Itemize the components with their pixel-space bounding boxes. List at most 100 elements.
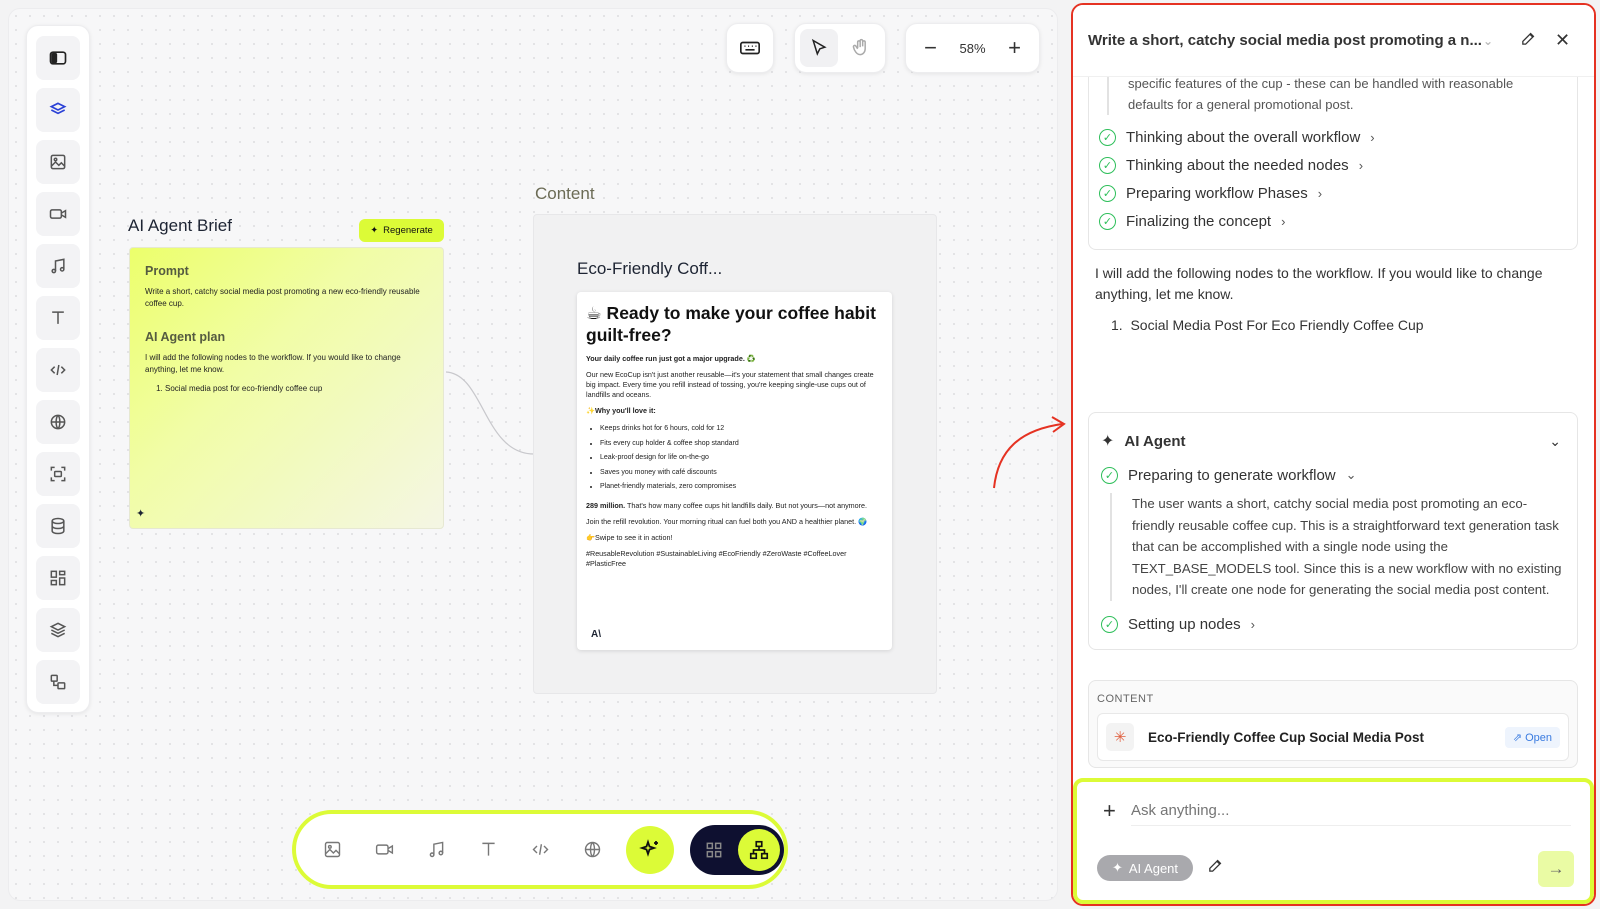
content-item[interactable]: ✳ Eco-Friendly Coffee Cup Social Media P… (1097, 713, 1569, 761)
close-icon[interactable]: ✕ (1555, 30, 1570, 51)
check-icon: ✓ (1101, 466, 1118, 484)
agent-step[interactable]: ✓ Preparing to generate workflow ⌄ (1101, 461, 1565, 489)
thinking-text: specific features of the cup - these can… (1107, 73, 1557, 115)
sidebar-toggle-icon[interactable] (36, 36, 80, 80)
send-button[interactable]: → (1538, 851, 1574, 887)
content-node-title: Content (535, 184, 595, 203)
post-bullet: Planet-friendly materials, zero compromi… (600, 480, 883, 495)
video-icon[interactable] (36, 192, 80, 236)
brief-node[interactable]: Prompt Write a short, catchy social medi… (129, 247, 444, 529)
open-button[interactable]: ⇗ Open (1504, 726, 1560, 748)
image-icon[interactable] (314, 832, 350, 868)
agent-thought: The user wants a short, catchy social me… (1110, 493, 1565, 601)
chevron-right-icon: › (1281, 213, 1286, 229)
post-bullet: Keeps drinks hot for 6 hours, cold for 1… (600, 422, 883, 437)
zoom-in-icon[interactable]: + (996, 29, 1034, 67)
plan-item: Social media post for eco-friendly coffe… (165, 384, 428, 393)
check-icon: ✓ (1099, 212, 1116, 230)
post-tags: #ReusableRevolution #SustainableLiving #… (586, 548, 847, 568)
ai-agent-chip[interactable]: ✦ AI Agent (1097, 855, 1193, 881)
post-subhead: Your daily coffee run just got a major u… (586, 354, 756, 363)
content-card: CONTENT ✳ Eco-Friendly Coffee Cup Social… (1088, 680, 1578, 768)
post-bullet: Fits every cup holder & coffee shop stan… (600, 437, 883, 452)
brief-node-title: AI Agent Brief (128, 216, 232, 235)
plan-text: I will add the following nodes to the wo… (145, 353, 401, 374)
panel-title: Write a short, catchy social media post … (1088, 32, 1482, 49)
ai-agent-panel: Write a short, catchy social media post … (1071, 3, 1596, 906)
chevron-right-icon: › (1358, 157, 1364, 173)
sparkle-icon: ✦ (136, 508, 146, 520)
music-icon[interactable] (36, 244, 80, 288)
step-item[interactable]: ✓ Thinking about the overall workflow › (1099, 123, 1557, 151)
workflow-icon[interactable] (738, 828, 780, 871)
plus-icon[interactable]: + (1103, 798, 1116, 824)
keyboard-shortcuts-box (726, 23, 774, 73)
prompt-heading: Prompt (145, 264, 189, 278)
zoom-out-icon[interactable]: − (912, 29, 950, 67)
chat-composer: + ✦AI Agent → (1073, 778, 1594, 904)
check-icon: ✓ (1099, 184, 1116, 202)
content-label: CONTENT (1097, 693, 1154, 705)
globe-icon[interactable] (36, 400, 80, 444)
hand-icon[interactable] (842, 29, 880, 67)
ai-agent-card: ✦ AI Agent ⌄ ✓ Preparing to generate workfl… (1088, 412, 1578, 650)
node-connector (445, 371, 535, 455)
step-item[interactable]: ✓ Thinking about the needed nodes › (1099, 151, 1557, 179)
chevron-right-icon: › (1317, 185, 1323, 201)
zoom-level: 58% (959, 40, 986, 56)
step-item[interactable]: ✓ Finalizing the concept › (1099, 207, 1557, 235)
globe-icon[interactable] (574, 832, 610, 868)
keyboard-icon[interactable] (731, 29, 769, 67)
plan-heading: AI Agent plan (145, 330, 226, 344)
database-icon[interactable] (36, 504, 80, 548)
tool-rail (26, 25, 90, 713)
step-item[interactable]: ✓ Preparing workflow Phases › (1099, 179, 1557, 207)
ai-sparkle-button[interactable] (626, 825, 674, 874)
video-icon[interactable] (366, 832, 402, 868)
layers-icon[interactable] (36, 88, 80, 132)
edit-icon[interactable] (1207, 857, 1224, 879)
post-stat: That's how many coffee cups hit landfill… (625, 500, 868, 510)
chevron-down-icon[interactable]: ⌄ (1549, 433, 1561, 450)
regenerate-button[interactable]: ✦ Regenerate (359, 219, 444, 242)
grid-icon[interactable] (704, 840, 724, 860)
ask-input[interactable] (1131, 796, 1571, 826)
shapes-icon[interactable] (36, 660, 80, 704)
chevron-right-icon: › (1250, 617, 1255, 632)
code-icon[interactable] (36, 348, 80, 392)
post-headline: ☕ Ready to make your coffee habit guilt-… (586, 303, 876, 345)
sparkle-icon: ✦ (1111, 860, 1123, 875)
edit-icon[interactable] (1520, 30, 1537, 51)
view-toggle[interactable] (690, 824, 784, 875)
post-join: Join the refill revolution. Your morning… (586, 516, 868, 526)
stack-icon[interactable] (36, 608, 80, 652)
pointer-icon[interactable] (800, 29, 838, 67)
music-icon[interactable] (418, 832, 454, 868)
panel-header: Write a short, catchy social media post … (1073, 5, 1594, 77)
code-icon[interactable] (522, 832, 558, 868)
zoom-box: − 58% + (905, 23, 1040, 73)
post-document[interactable]: ☕ Ready to make your coffee habit guilt-… (577, 292, 892, 650)
chevron-down-icon: ⌄ (1345, 467, 1357, 482)
bottom-toolbar (292, 810, 788, 889)
text-icon[interactable] (36, 296, 80, 340)
chevron-down-icon[interactable]: ⌄ (1483, 34, 1493, 48)
prompt-text: Write a short, catchy social media post … (145, 287, 420, 308)
post-swipe: 👉Swipe to see it in action! (586, 532, 673, 542)
post-why-label: ✨Why you'll love it: (586, 406, 656, 415)
ai-agent-header[interactable]: ✦ AI Agent ⌄ (1101, 427, 1565, 455)
post-bullet: Saves you money with café discounts (600, 466, 883, 481)
sparkle-icon: ✦ (1101, 433, 1115, 450)
dashboard-icon[interactable] (36, 556, 80, 600)
agent-step[interactable]: ✓ Setting up nodes › (1101, 611, 1565, 639)
asterisk-icon: ✳ (1106, 723, 1134, 751)
agent-message: I will add the following nodes to the wo… (1095, 265, 1543, 302)
text-icon[interactable] (470, 832, 506, 868)
check-icon: ✓ (1099, 156, 1116, 174)
image-icon[interactable] (36, 140, 80, 184)
post-stat-bold: 289 million. (586, 500, 626, 510)
brand-logo: A\ (591, 629, 601, 640)
agent-message-item: 1. Social Media Post For Eco Friendly Co… (1111, 317, 1424, 333)
scan-icon[interactable] (36, 452, 80, 496)
check-icon: ✓ (1101, 616, 1118, 633)
